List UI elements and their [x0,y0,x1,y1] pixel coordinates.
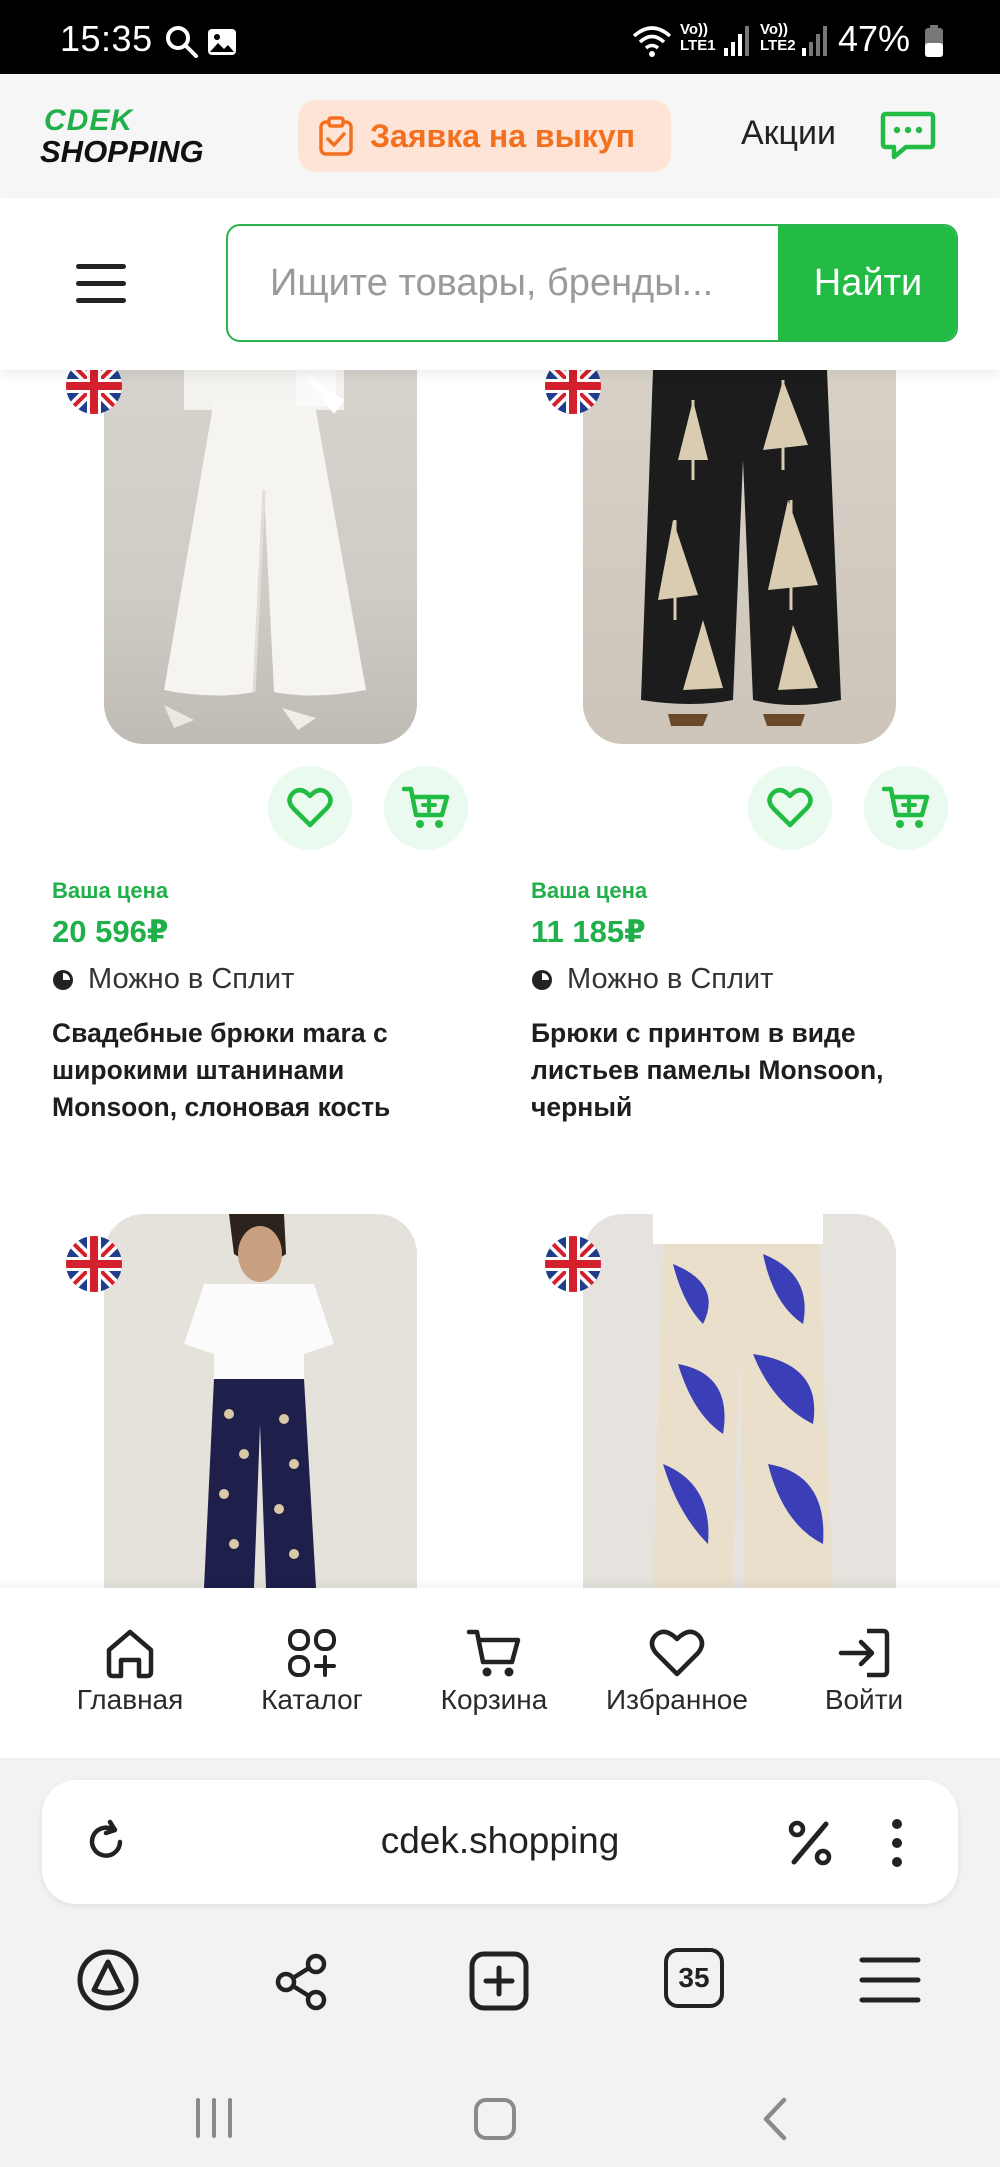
signal-1-icon [724,26,749,56]
product-4-photo-figure [653,1214,833,1588]
address-bar[interactable]: cdek.shopping [42,1780,958,1904]
search-status-icon [166,26,198,58]
product-4-image[interactable] [583,1214,896,1588]
product-1-name[interactable]: Свадебные брюки mara с широкими штанинам… [52,1015,472,1126]
search-box: Найти [226,224,958,342]
more-options-icon[interactable] [890,1818,904,1868]
buyout-request-label: Заявка на выкуп [370,117,636,154]
split-icon [53,969,73,990]
product-1-split-info: Можно в Сплит [52,963,294,996]
nav-catalog-label: Каталог [261,1684,363,1715]
home-icon [106,1629,154,1679]
nav-favorites-label: Избранное [606,1684,748,1715]
home-system-icon[interactable] [472,2096,518,2142]
discount-percent-icon[interactable] [786,1818,834,1868]
cart-icon [466,1629,521,1677]
site-header: CDEK SHOPPING Заявка на выкуп Акции [0,74,1000,198]
browser-menu-icon[interactable] [858,1954,922,2006]
nav-home[interactable]: Главная [70,1626,190,1716]
volte1-label: Vo)) [680,21,709,38]
uk-flag-icon [66,1236,122,1292]
lte1-label: LTE1 [680,37,716,54]
search-input[interactable] [228,226,784,340]
product-2-photo-figure [641,370,841,726]
clipboard-check-icon [319,116,353,156]
status-time: 15:35 [60,18,153,59]
uk-flag-icon [545,1236,601,1292]
gallery-status-icon [208,29,236,55]
split-icon [532,969,552,990]
product-1-favorite-button[interactable] [268,766,352,850]
cart-add-icon [402,786,450,828]
nav-favorites[interactable]: Избранное [597,1626,757,1716]
product-2-split-label: Можно в Сплит [567,963,774,995]
tabs-count-button[interactable]: 35 [664,1948,724,2008]
back-system-icon[interactable] [760,2096,790,2142]
nav-catalog[interactable]: Каталог [252,1626,372,1716]
product-2-favorite-button[interactable] [748,766,832,850]
heart-icon [767,787,813,828]
nav-cart-label: Корзина [440,1684,548,1715]
product-3-image[interactable] [104,1214,417,1588]
catalog-grid-icon [288,1629,336,1677]
product-1-price: 20 596₽ [52,914,169,949]
product-1-split-label: Можно в Сплит [88,963,295,995]
share-icon[interactable] [272,1952,332,2012]
chat-icon[interactable] [880,110,936,160]
heart-icon [649,1629,705,1677]
new-tab-icon[interactable] [468,1950,530,2012]
product-2-image[interactable] [583,370,896,744]
logo-cdek-text: CDEK [44,104,134,137]
nav-login[interactable]: Войти [804,1626,924,1716]
signal-2-icon [802,26,827,56]
battery-percent: 47% [838,18,911,59]
logo-shopping-text: SHOPPING [40,134,204,169]
heart-icon [287,787,333,828]
menu-burger-icon[interactable] [76,264,126,304]
search-row: Найти [0,198,1000,370]
bottom-navigation: Главная Каталог Корзина Избранное Войти [0,1588,1000,1758]
lte2-label: LTE2 [760,37,796,54]
product-3-photo-figure [184,1214,334,1588]
search-button[interactable]: Найти [778,226,956,340]
product-2-split-info: Можно в Сплит [531,963,773,996]
product-1-price-caption: Ваша цена [52,878,169,903]
wifi-icon [632,26,672,57]
product-2-price-caption: Ваша цена [531,878,648,903]
cart-add-icon [882,786,930,828]
product-2-name[interactable]: Брюки с принтом в виде листьев памелы Mo… [531,1015,951,1126]
recent-apps-icon[interactable] [192,2096,236,2140]
status-bar: 15:35 Vo)) LTE1 Vo)) LTE2 47% [0,0,1000,74]
nav-home-label: Главная [76,1684,184,1715]
login-icon [838,1628,890,1678]
product-1-add-to-cart-button[interactable] [384,766,468,850]
alice-assistant-icon[interactable] [76,1948,140,2012]
nav-login-label: Войти [824,1684,904,1715]
promotions-link[interactable]: Акции [741,114,836,153]
nav-cart[interactable]: Корзина [434,1626,554,1716]
product-2-add-to-cart-button[interactable] [864,766,948,850]
product-1-image[interactable] [104,370,417,744]
volte2-label: Vo)) [760,21,789,38]
battery-icon [925,25,943,57]
product-1-photo-figure [164,370,366,730]
cdek-shopping-logo[interactable]: CDEK SHOPPING [40,104,210,169]
buyout-request-button[interactable]: Заявка на выкуп [298,100,671,172]
product-2-price: 11 185₽ [531,914,646,949]
browser-chrome: cdek.shopping 35 [0,1758,1000,2167]
